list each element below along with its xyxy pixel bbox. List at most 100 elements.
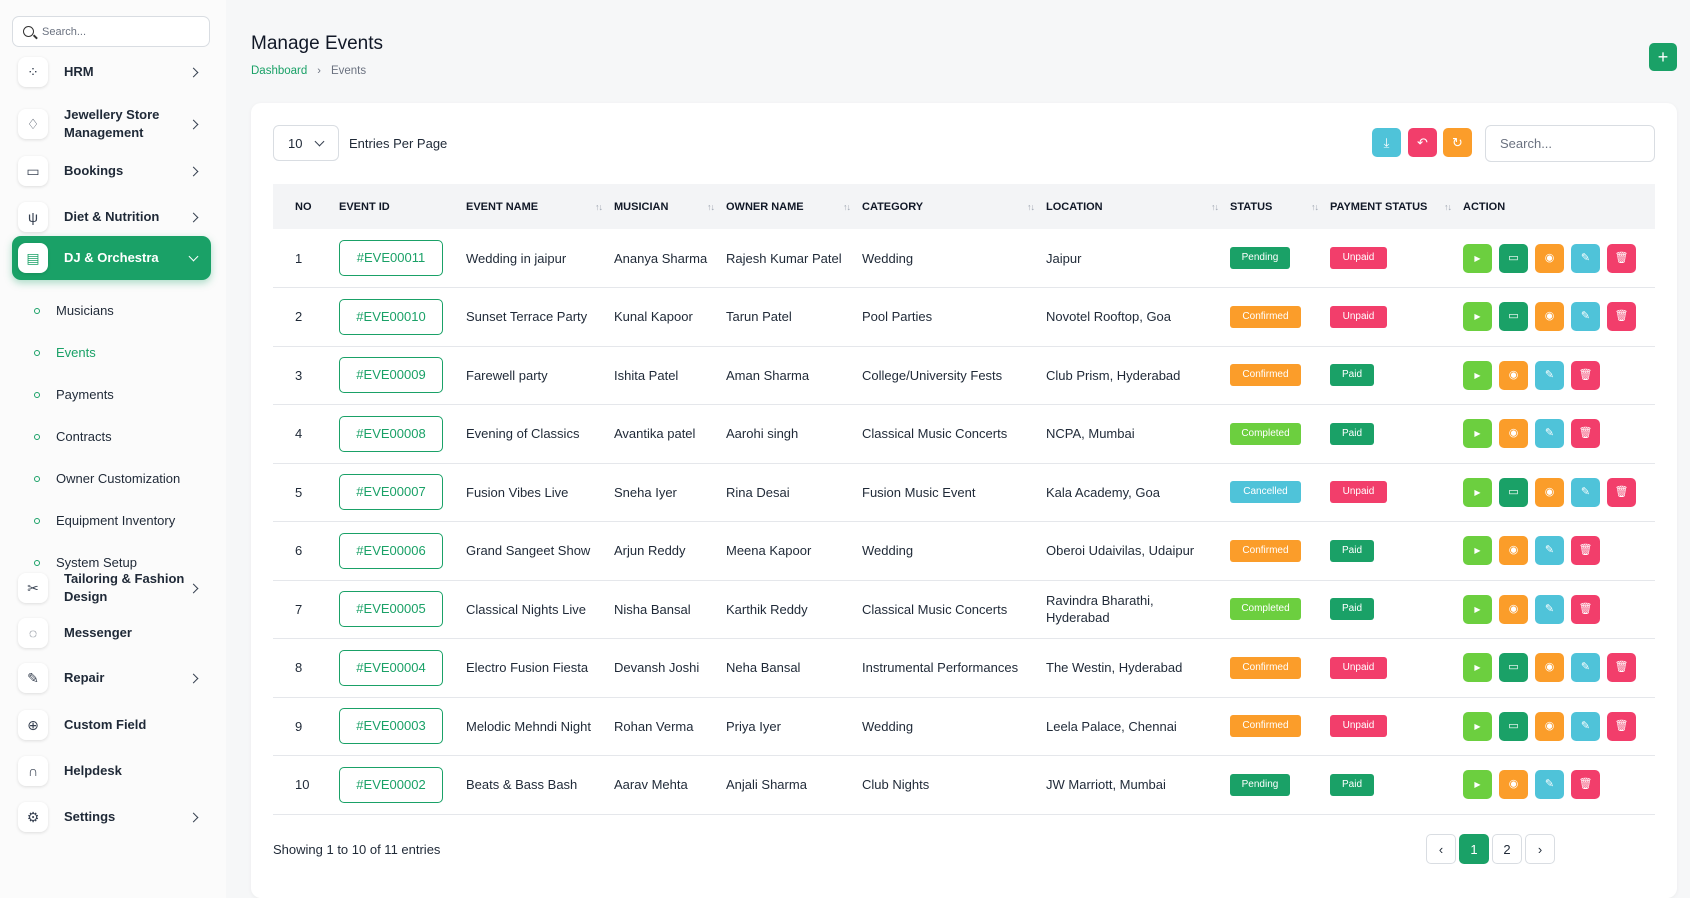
sidebar-item-settings[interactable]: ⚙ Settings: [12, 802, 211, 832]
play-button[interactable]: ▶: [1463, 594, 1492, 624]
delete-button[interactable]: 🗑: [1607, 243, 1636, 273]
sidebar-subitem-owner-customization[interactable]: Owner Customization: [34, 471, 180, 486]
view-button[interactable]: ◉: [1499, 770, 1528, 800]
payment-button[interactable]: ▭: [1499, 711, 1528, 741]
refresh-button[interactable]: ↻: [1443, 128, 1472, 157]
view-button[interactable]: ◉: [1535, 243, 1564, 273]
sidebar-item-hrm[interactable]: ⁘ HRM: [12, 57, 211, 87]
status-badge: Cancelled: [1230, 481, 1301, 504]
play-button[interactable]: ▶: [1463, 770, 1492, 800]
sidebar-item-messenger[interactable]: ◌ Messenger: [12, 618, 211, 648]
event-id-badge[interactable]: #EVE00010: [339, 298, 443, 335]
trash-icon: 🗑: [1578, 778, 1593, 791]
edit-button[interactable]: ✎: [1571, 477, 1600, 507]
sidebar-item-bookings[interactable]: ▭ Bookings: [12, 156, 211, 186]
play-button[interactable]: ▶: [1463, 653, 1492, 683]
view-button[interactable]: ◉: [1535, 477, 1564, 507]
sidebar-item-tailoring-fashion-design[interactable]: ✂ Tailoring & Fashion Design: [12, 566, 211, 610]
edit-button[interactable]: ✎: [1535, 536, 1564, 566]
view-button[interactable]: ◉: [1499, 536, 1528, 566]
event-id-badge[interactable]: #EVE00003: [339, 708, 443, 745]
play-button[interactable]: ▶: [1463, 477, 1492, 507]
sidebar-search[interactable]: Search...: [12, 16, 210, 47]
event-id-badge[interactable]: #EVE00002: [339, 766, 443, 803]
undo-icon: ↶: [1417, 134, 1428, 150]
event-id-badge[interactable]: #EVE00008: [339, 415, 443, 452]
event-id-badge[interactable]: #EVE00009: [339, 357, 443, 394]
view-button[interactable]: ◉: [1535, 711, 1564, 741]
edit-button[interactable]: ✎: [1535, 419, 1564, 449]
view-button[interactable]: ◉: [1535, 653, 1564, 683]
column-header-location[interactable]: LOCATION ↑↓: [1042, 184, 1226, 229]
breadcrumb-dashboard[interactable]: Dashboard: [251, 65, 307, 77]
column-header-owner-name[interactable]: OWNER NAME ↑↓: [722, 184, 858, 229]
event-id-badge[interactable]: #EVE00005: [339, 591, 443, 628]
status-badge: Completed: [1230, 598, 1301, 621]
view-button[interactable]: ◉: [1499, 419, 1528, 449]
delete-button[interactable]: 🗑: [1571, 419, 1600, 449]
table-search-input[interactable]: Search...: [1485, 125, 1655, 162]
play-button[interactable]: ▶: [1463, 536, 1492, 566]
event-id-badge[interactable]: #EVE00011: [339, 240, 443, 276]
column-header-category[interactable]: CATEGORY ↑↓: [858, 184, 1042, 229]
sidebar-item-jewellery-store-management[interactable]: ♢ Jewellery Store Management: [12, 102, 211, 146]
entries-per-page-select[interactable]: 10: [273, 125, 339, 161]
sidebar-subitem-payments[interactable]: Payments: [34, 387, 114, 402]
edit-button[interactable]: ✎: [1535, 594, 1564, 624]
delete-button[interactable]: 🗑: [1571, 360, 1600, 390]
play-button[interactable]: ▶: [1463, 302, 1492, 332]
edit-button[interactable]: ✎: [1571, 302, 1600, 332]
edit-button[interactable]: ✎: [1571, 243, 1600, 273]
payment-button[interactable]: ▭: [1499, 243, 1528, 273]
edit-button[interactable]: ✎: [1535, 360, 1564, 390]
sidebar-subitem-contracts[interactable]: Contracts: [34, 429, 112, 444]
play-button[interactable]: ▶: [1463, 243, 1492, 273]
prev-page-button[interactable]: ‹: [1426, 834, 1456, 864]
sidebar-subitem-label: Events: [56, 345, 96, 360]
sidebar-subitem-equipment-inventory[interactable]: Equipment Inventory: [34, 513, 175, 528]
delete-button[interactable]: 🗑: [1607, 302, 1636, 332]
play-button[interactable]: ▶: [1463, 711, 1492, 741]
import-button[interactable]: ↶: [1408, 128, 1437, 157]
next-page-button[interactable]: ›: [1525, 834, 1555, 864]
delete-button[interactable]: 🗑: [1571, 770, 1600, 800]
sidebar-item-helpdesk[interactable]: ∩ Helpdesk: [12, 756, 211, 786]
payment-button[interactable]: ▭: [1499, 302, 1528, 332]
view-button[interactable]: ◉: [1499, 360, 1528, 390]
payment-button[interactable]: ▭: [1499, 653, 1528, 683]
delete-button[interactable]: 🗑: [1571, 594, 1600, 624]
event-id-badge[interactable]: #EVE00007: [339, 474, 443, 511]
sort-icon: ↑↓: [1211, 201, 1219, 212]
column-header-musician[interactable]: MUSICIAN ↑↓: [610, 184, 722, 229]
sidebar-subitem-events[interactable]: Events: [34, 345, 96, 360]
payment-button[interactable]: ▭: [1499, 477, 1528, 507]
page-2-button[interactable]: 2: [1492, 834, 1522, 864]
export-button[interactable]: ⤓: [1372, 128, 1401, 157]
delete-button[interactable]: 🗑: [1607, 653, 1636, 683]
sidebar-item-dj-orchestra[interactable]: ▤ DJ & Orchestra: [12, 236, 211, 280]
view-button[interactable]: ◉: [1535, 302, 1564, 332]
sidebar-item-custom-field[interactable]: ⊕ Custom Field: [12, 710, 211, 740]
delete-button[interactable]: 🗑: [1607, 711, 1636, 741]
event-id-badge[interactable]: #EVE00004: [339, 649, 443, 686]
event-id-badge[interactable]: #EVE00006: [339, 532, 443, 569]
column-header-event-name[interactable]: EVENT NAME ↑↓: [462, 184, 610, 229]
edit-button[interactable]: ✎: [1535, 770, 1564, 800]
cell-text: Aarohi singh: [726, 426, 799, 442]
edit-button[interactable]: ✎: [1571, 653, 1600, 683]
edit-button[interactable]: ✎: [1571, 711, 1600, 741]
sidebar-item-diet-nutrition[interactable]: ψ Diet & Nutrition: [12, 202, 211, 232]
view-button[interactable]: ◉: [1499, 594, 1528, 624]
page-1-button[interactable]: 1: [1459, 834, 1489, 864]
trash-icon: 🗑: [1578, 368, 1593, 381]
column-header-status[interactable]: STATUS ↑↓: [1226, 184, 1326, 229]
sidebar-item-repair[interactable]: ✎ Repair: [12, 663, 211, 693]
add-event-button[interactable]: +: [1649, 43, 1677, 71]
sidebar-subitem-musicians[interactable]: Musicians: [34, 303, 114, 318]
play-button[interactable]: ▶: [1463, 360, 1492, 390]
sidebar-subitem-system-setup[interactable]: System Setup: [34, 555, 137, 570]
delete-button[interactable]: 🗑: [1607, 477, 1636, 507]
play-button[interactable]: ▶: [1463, 419, 1492, 449]
column-header-payment-status[interactable]: PAYMENT STATUS ↑↓: [1326, 184, 1459, 229]
delete-button[interactable]: 🗑: [1571, 536, 1600, 566]
